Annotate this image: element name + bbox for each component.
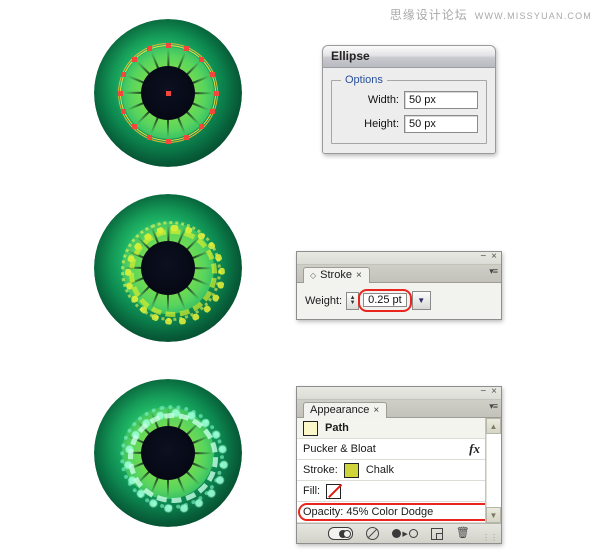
- path-anchor-point[interactable]: [199, 124, 205, 130]
- eye-illustration-step-3: [68, 378, 268, 528]
- path-anchor-point[interactable]: [121, 108, 127, 114]
- watermark-url-text: WWW.MISSYUAN.COM: [474, 11, 592, 21]
- path-anchor-point[interactable]: [213, 90, 219, 96]
- appearance-panel[interactable]: − × Appearance × ▾≡ Path Pucker & Bloat …: [296, 386, 502, 544]
- panel-grip-icon: ◇: [310, 271, 317, 280]
- weight-input[interactable]: 0.25 pt: [363, 293, 407, 307]
- appearance-row-pucker-bloat-label: Pucker & Bloat: [303, 443, 376, 455]
- appearance-panel-titlebar: − ×: [297, 387, 501, 400]
- pupil-2: [141, 241, 195, 295]
- stepper-down-icon[interactable]: ▼: [350, 300, 356, 306]
- tab-appearance[interactable]: Appearance ×: [303, 402, 388, 418]
- tab-stroke-label: Stroke: [320, 269, 352, 281]
- appearance-row-fill[interactable]: Fill:: [297, 481, 486, 502]
- fx-icon[interactable]: fx: [469, 441, 480, 457]
- appearance-row-fill-label: Fill:: [303, 485, 321, 497]
- appearance-scrollbar[interactable]: ▲ ▼: [485, 418, 501, 523]
- ellipse-dialog[interactable]: Ellipse Options Width: 50 px Height: 50 …: [322, 45, 496, 154]
- stroke-panel-tabbar: ◇ Stroke × ▾≡: [297, 265, 501, 283]
- tab-stroke[interactable]: ◇ Stroke ×: [303, 267, 370, 283]
- stroke-panel-titlebar: − ×: [297, 252, 501, 265]
- path-anchor-point[interactable]: [131, 56, 137, 62]
- ellipse-options-legend: Options: [341, 74, 387, 86]
- close-icon[interactable]: ×: [491, 387, 497, 397]
- path-anchor-point[interactable]: [183, 134, 189, 140]
- duplicate-item-icon[interactable]: [430, 527, 443, 540]
- ellipse-options-group: Options Width: 50 px Height: 50 px: [331, 74, 487, 144]
- eye-illustration-step-1: [68, 18, 268, 168]
- eyeball-3: [94, 379, 242, 527]
- width-field-row: Width: 50 px: [338, 91, 478, 109]
- eye-illustration-step-2: [68, 193, 268, 343]
- scrollbar-track[interactable]: [486, 434, 501, 507]
- delete-item-icon[interactable]: 🗑: [456, 528, 470, 539]
- appearance-row-opacity-label: Opacity: 45% Color Dodge: [303, 506, 434, 518]
- path-swatch-icon[interactable]: [303, 420, 318, 436]
- appearance-row-path-label: Path: [325, 422, 349, 434]
- tab-close-icon[interactable]: ×: [356, 268, 362, 283]
- appearance-row-stroke-value: Chalk: [365, 464, 394, 476]
- new-art-basic-appearance-toggle[interactable]: [328, 527, 354, 540]
- path-anchor-point[interactable]: [165, 138, 171, 144]
- eyeball-2: [94, 194, 242, 342]
- weight-field-wrap: 0.25 pt: [358, 289, 412, 312]
- path-center-point[interactable]: [165, 90, 171, 96]
- appearance-row-pucker-bloat[interactable]: Pucker & Bloat fx: [297, 439, 486, 460]
- appearance-row-stroke-label: Stroke:: [303, 464, 338, 476]
- path-anchor-point[interactable]: [209, 72, 215, 78]
- minimize-icon[interactable]: −: [480, 252, 486, 262]
- panel-menu-icon[interactable]: ▾≡: [489, 401, 498, 412]
- stroke-panel[interactable]: − × ◇ Stroke × ▾≡ Weight: ▲ ▼ 0.25 pt ▼: [296, 251, 502, 320]
- resize-grip-icon[interactable]: ⋮⋮: [482, 534, 498, 542]
- width-input[interactable]: 50 px: [404, 91, 478, 109]
- appearance-row-opacity[interactable]: Opacity: 45% Color Dodge: [297, 502, 499, 523]
- weight-label: Weight:: [305, 294, 343, 307]
- ellipse-dialog-body: Options Width: 50 px Height: 50 px: [323, 68, 495, 153]
- appearance-panel-body: Path Pucker & Bloat fx Stroke: Chalk Fil…: [297, 418, 501, 523]
- path-anchor-point[interactable]: [147, 46, 153, 52]
- weight-stepper[interactable]: ▲ ▼: [346, 291, 360, 310]
- appearance-row-stroke[interactable]: Stroke: Chalk: [297, 460, 486, 481]
- tab-close-icon[interactable]: ×: [373, 403, 379, 418]
- watermark: 思缘设计论坛 WWW.MISSYUAN.COM: [390, 6, 592, 23]
- weight-dropdown-button[interactable]: ▼: [411, 291, 431, 310]
- panel-menu-icon[interactable]: ▾≡: [489, 266, 498, 277]
- stroke-window-buttons: − ×: [480, 252, 497, 262]
- clear-appearance-icon[interactable]: [366, 527, 380, 540]
- width-label: Width:: [367, 94, 399, 106]
- path-anchor-point[interactable]: [183, 46, 189, 52]
- appearance-panel-footer: ▶ 🗑 ⋮⋮: [297, 523, 501, 543]
- path-anchor-point[interactable]: [131, 124, 137, 130]
- appearance-row-path[interactable]: Path: [297, 418, 486, 439]
- chevron-down-icon: ▼: [417, 296, 426, 305]
- appearance-panel-tabbar: Appearance × ▾≡: [297, 400, 501, 418]
- path-anchor-point[interactable]: [117, 90, 123, 96]
- minimize-icon[interactable]: −: [480, 387, 486, 397]
- height-label: Height:: [364, 118, 399, 130]
- reduce-to-basic-appearance-icon[interactable]: ▶: [392, 529, 418, 538]
- height-field-row: Height: 50 px: [338, 115, 478, 133]
- tab-appearance-label: Appearance: [310, 404, 370, 416]
- watermark-cn-text: 思缘设计论坛: [389, 8, 468, 22]
- height-input[interactable]: 50 px: [404, 115, 478, 133]
- path-anchor-point[interactable]: [121, 72, 127, 78]
- pupil-3: [141, 426, 195, 480]
- path-anchor-point[interactable]: [199, 56, 205, 62]
- scroll-up-icon[interactable]: ▲: [486, 418, 501, 434]
- fill-none-swatch-icon[interactable]: [326, 483, 342, 499]
- scroll-down-icon[interactable]: ▼: [486, 507, 501, 523]
- path-anchor-point[interactable]: [209, 108, 215, 114]
- stroke-panel-body: Weight: ▲ ▼ 0.25 pt ▼: [297, 283, 501, 319]
- stroke-swatch-icon[interactable]: [343, 462, 359, 478]
- path-anchor-point[interactable]: [165, 42, 171, 48]
- appearance-window-buttons: − ×: [480, 387, 497, 397]
- ellipse-dialog-title: Ellipse: [323, 46, 495, 68]
- appearance-row-list: Path Pucker & Bloat fx Stroke: Chalk Fil…: [297, 418, 499, 523]
- close-icon[interactable]: ×: [491, 252, 497, 262]
- path-anchor-point[interactable]: [147, 134, 153, 140]
